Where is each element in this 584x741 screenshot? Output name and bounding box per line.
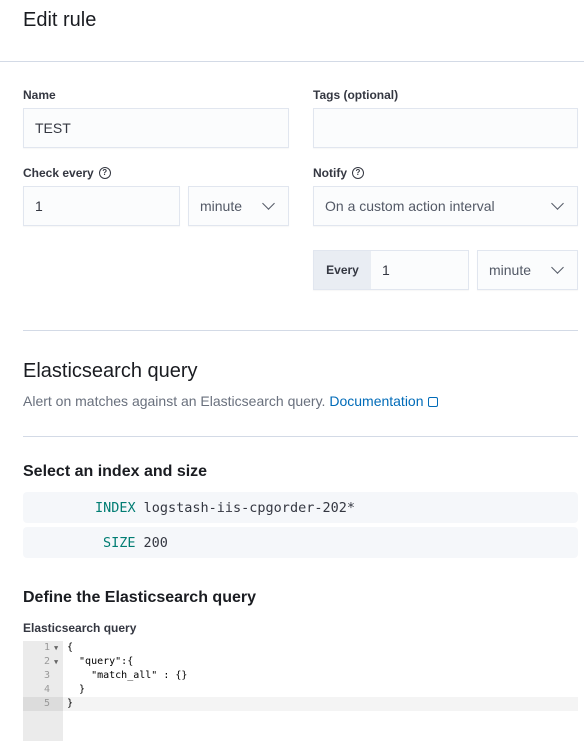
header-divider [0,61,584,62]
section-divider [23,330,578,331]
action-interval-unit-value: minute [489,262,532,278]
line-number: 3 [44,670,51,681]
active-line-highlight [63,697,578,711]
page-title: Edit rule [23,9,97,31]
every-prepend: Every [314,251,371,289]
size-keyword: SIZE [103,534,136,551]
index-value: logstash-iis-cpgorder-202* [143,499,355,516]
action-interval-input[interactable]: Every 1 [313,250,469,290]
help-icon[interactable]: ? [98,167,111,179]
index-section-title: Select an index and size [23,463,208,480]
query-section-title: Define the Elasticsearch query [23,589,256,606]
description-text: Alert on matches against an Elasticsearc… [23,393,326,409]
name-input[interactable]: TEST [23,108,289,148]
check-every-unit-value: minute [200,198,243,214]
line-number: 2 ▼ [44,655,59,669]
code-line[interactable]: "query":{ [67,655,133,669]
notify-label-text: Notify [313,166,347,180]
tags-label: Tags (optional) [313,88,398,102]
chevron-down-icon [551,261,564,274]
name-label: Name [23,88,56,102]
notify-select[interactable]: On a custom action interval [313,186,578,226]
check-every-input[interactable]: 1 [23,186,180,226]
external-link-icon [427,397,438,407]
editor-label: Elasticsearch query [23,621,137,635]
line-number: 1 ▼ [44,641,59,655]
code-line[interactable]: } [67,683,85,697]
line-number: 4 [44,684,51,695]
check-every-label-text: Check every [23,166,94,180]
editor-gutter: 1 ▼ 2 ▼ 3 4 5 [23,641,63,741]
code-line[interactable]: } [67,697,73,711]
chevron-down-icon [551,197,564,210]
code-line[interactable]: { [67,641,73,655]
fold-icon[interactable]: ▼ [54,641,58,655]
name-label-text: Name [23,88,56,102]
index-expression[interactable]: INDEX logstash-iis-cpgorder-202* [23,492,578,523]
size-value: 200 [143,534,168,551]
line-number: 5 [23,697,63,711]
check-every-label: Check every? [23,166,111,180]
fold-icon[interactable]: ▼ [54,655,58,669]
size-expression[interactable]: SIZE 200 [23,527,578,558]
chevron-down-icon [262,197,275,210]
section-divider [23,436,578,437]
action-interval-unit-select[interactable]: minute [477,250,578,290]
documentation-link-text: Documentation [329,393,424,409]
tags-input[interactable] [313,108,578,148]
notify-value: On a custom action interval [325,198,495,214]
name-input-value: TEST [35,120,71,136]
check-every-value: 1 [35,198,43,214]
check-every-unit-select[interactable]: minute [188,186,289,226]
notify-label: Notify? [313,166,364,180]
code-line[interactable]: "match_all" : {} [67,669,187,683]
tags-label-text: Tags (optional) [313,88,399,102]
index-keyword: INDEX [95,499,136,516]
rule-type-title: Elasticsearch query [23,360,198,382]
documentation-link[interactable]: Documentation [329,393,438,409]
rule-type-description: Alert on matches against an Elasticsearc… [23,393,438,409]
help-icon[interactable]: ? [352,167,364,179]
action-interval-value: 1 [382,262,390,278]
